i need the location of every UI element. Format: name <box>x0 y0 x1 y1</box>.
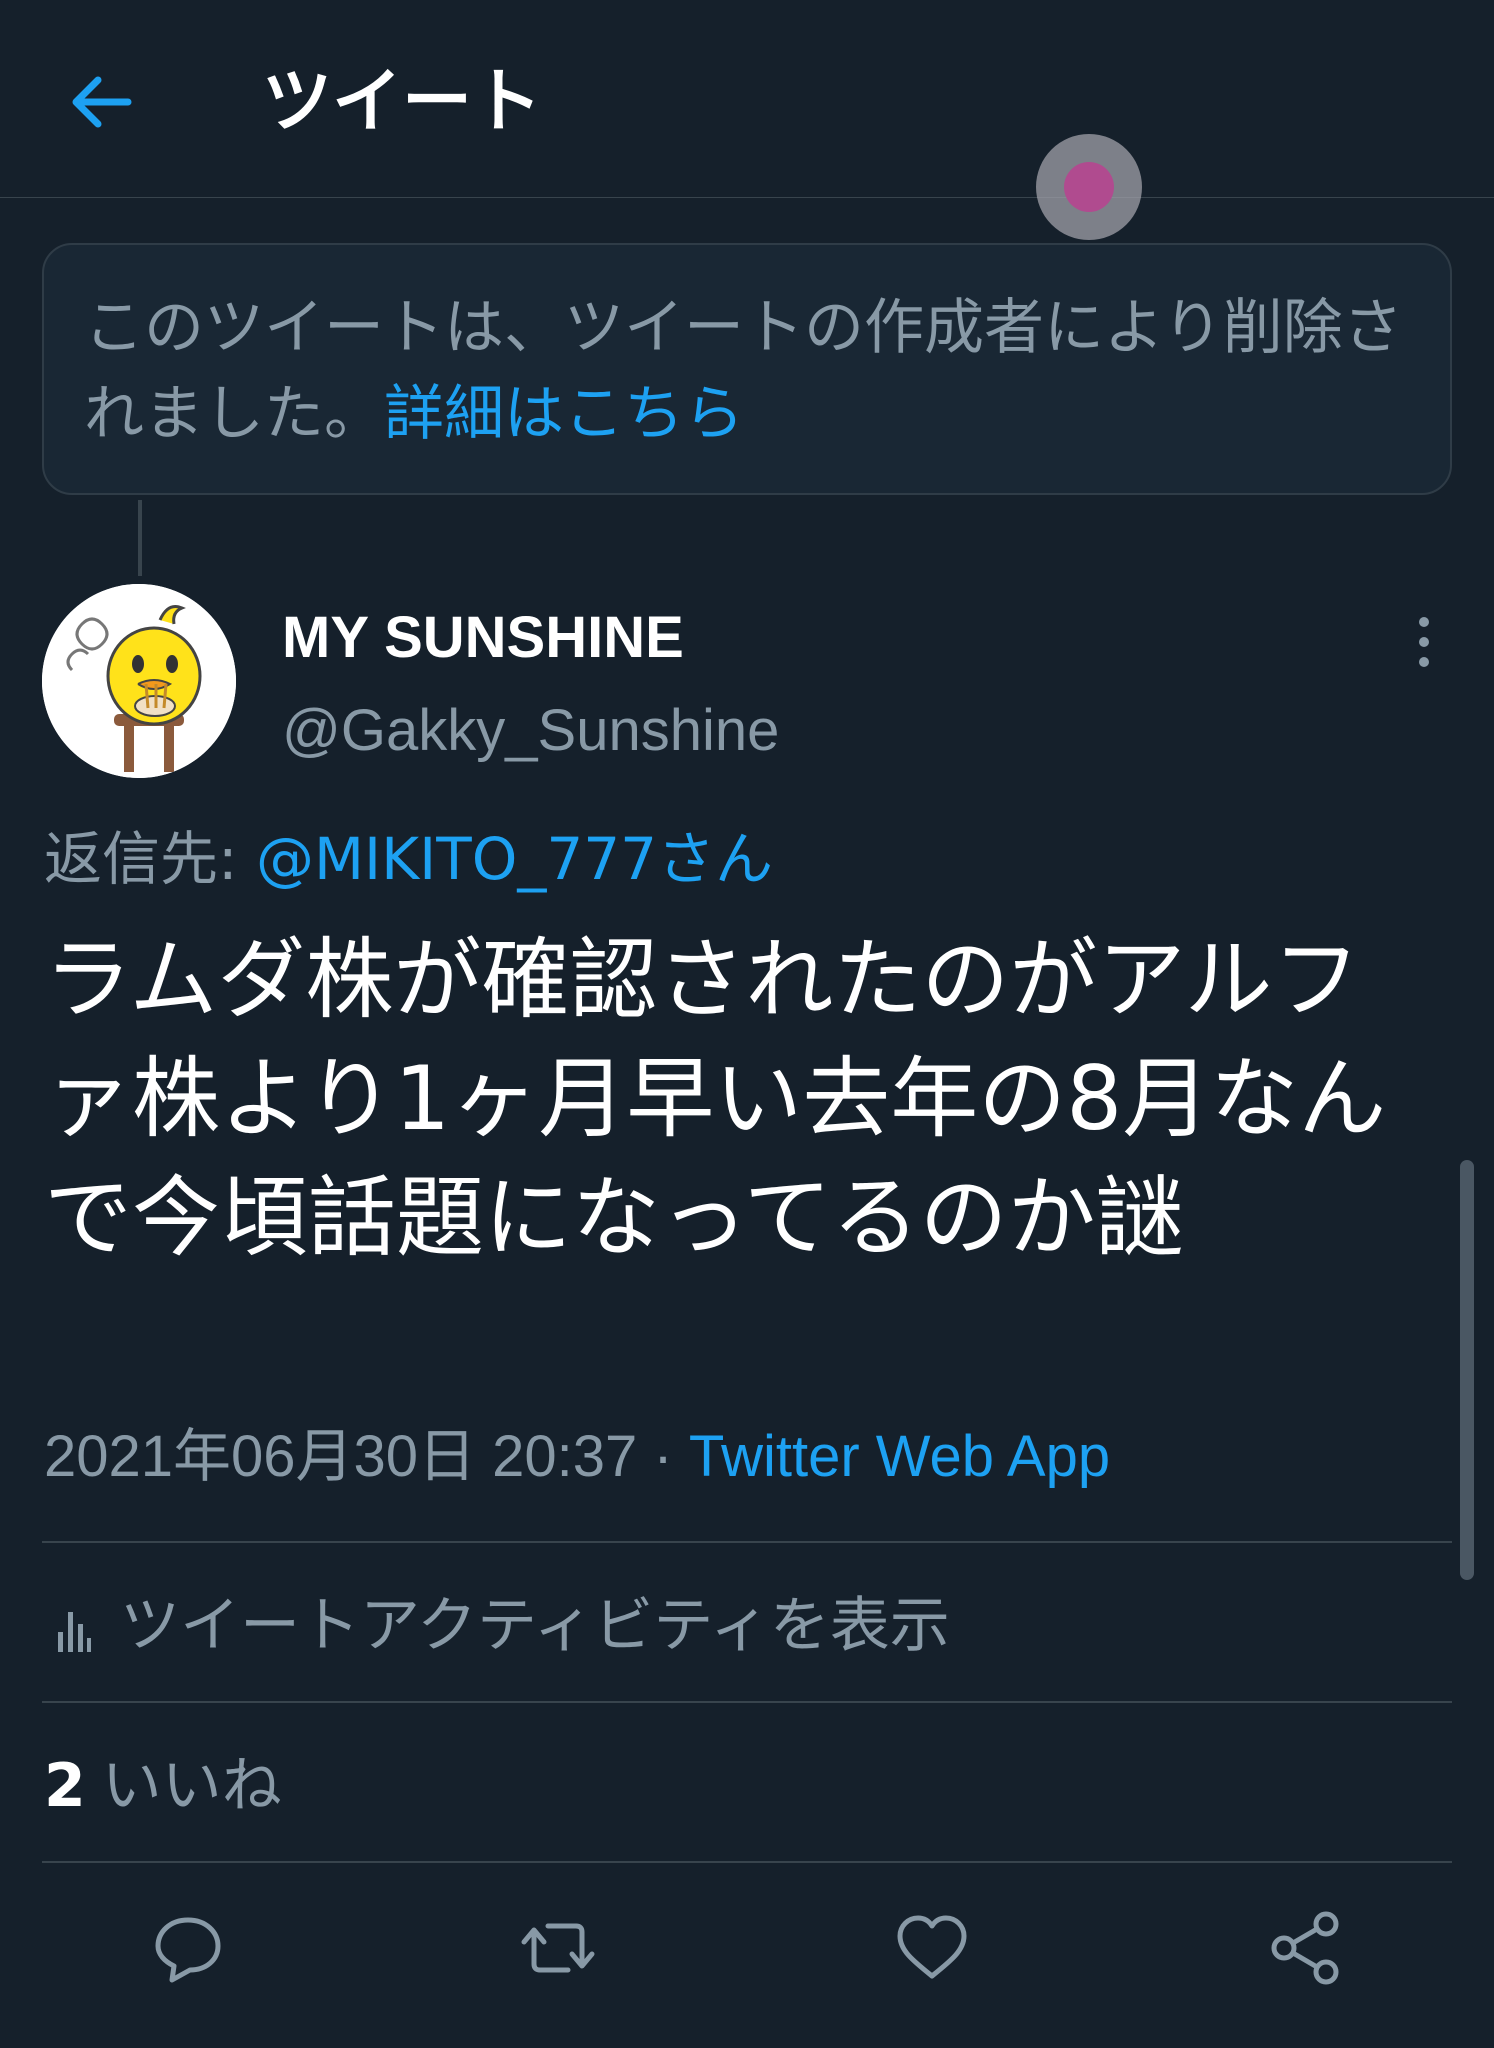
user-handle[interactable]: @Gakky_Sunshine <box>282 692 779 770</box>
reply-icon[interactable] <box>148 1908 228 1988</box>
tweet-body: ラムダ株が確認されたのがアルファ株より1ヶ月早い去年の8月なんで今頃話題になって… <box>44 928 1387 1269</box>
display-name[interactable]: MY SUNSHINE <box>282 598 684 678</box>
top-bar: ツイート <box>0 0 1494 198</box>
divider <box>42 1701 1452 1703</box>
like-icon[interactable] <box>892 1908 972 1988</box>
deleted-tweet-notice: このツイートは、ツイートの作成者により削除されました。詳細はこちら <box>42 243 1452 495</box>
likes-count: 2 <box>44 1751 86 1821</box>
touch-indicator <box>1036 134 1142 240</box>
scrollbar[interactable] <box>1460 1160 1474 1580</box>
tweet-meta: 2021年06月30日 20:37 · Twitter Web App <box>44 1416 1110 1498</box>
meta-separator: · <box>637 1424 689 1489</box>
avatar[interactable] <box>42 584 236 778</box>
chick-avatar-icon <box>42 584 236 778</box>
reply-mention-link[interactable]: @MIKITO_777さん <box>256 825 773 893</box>
divider <box>42 1541 1452 1543</box>
more-options-icon[interactable] <box>1404 612 1444 672</box>
tweet-activity-link[interactable]: ツイートアクティビティを表示 <box>56 1586 950 1666</box>
thread-connector <box>138 500 142 576</box>
tweet-datetime[interactable]: 2021年06月30日 20:37 <box>44 1424 637 1489</box>
retweet-icon[interactable] <box>518 1908 598 1988</box>
reply-context: 返信先: @MIKITO_777さん <box>44 818 773 900</box>
tweet-source-link[interactable]: Twitter Web App <box>689 1424 1110 1489</box>
reply-prefix: 返信先: <box>44 825 256 893</box>
divider <box>42 1861 1452 1863</box>
tweet-activity-label: ツイートアクティビティを表示 <box>120 1591 950 1661</box>
page-title: ツイート <box>262 60 542 142</box>
likes-label: いいね <box>101 1751 282 1821</box>
share-icon[interactable] <box>1266 1908 1346 1988</box>
likes-summary[interactable]: 2 いいね <box>44 1746 282 1826</box>
arrow-left-icon[interactable] <box>62 62 142 142</box>
deleted-notice-text: このツイートは、ツイートの作成者により削除されました。詳細はこちら <box>84 285 1414 457</box>
bar-chart-icon <box>58 1612 91 1653</box>
learn-more-link[interactable]: 詳細はこちら <box>384 379 744 449</box>
